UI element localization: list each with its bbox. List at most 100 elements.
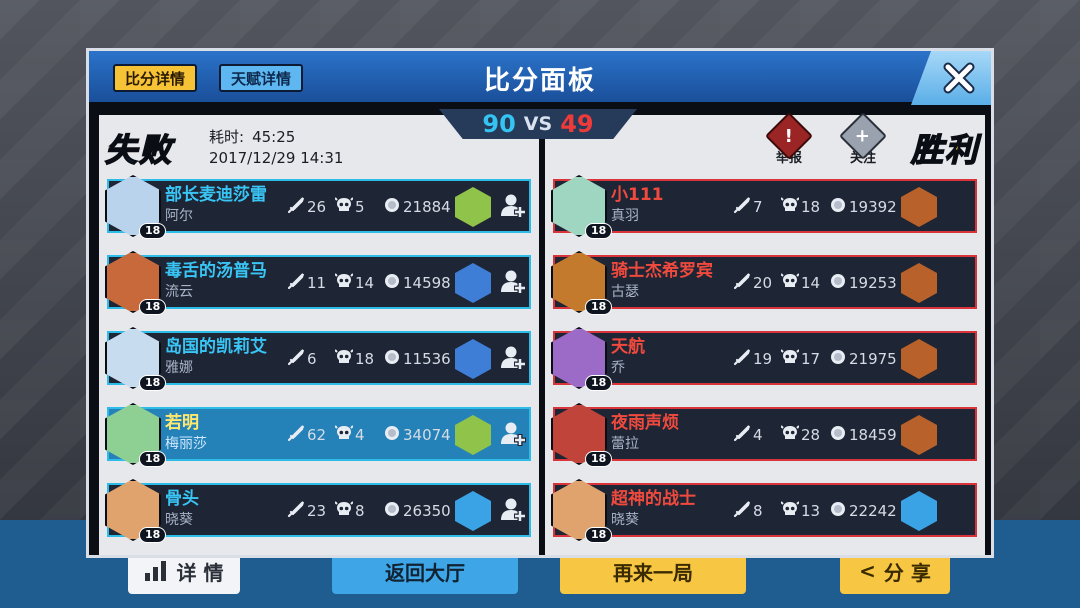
- skull-icon: [780, 500, 800, 522]
- player-row[interactable]: 18 骑士杰希罗宾 古瑟 20 14 19253: [551, 251, 977, 315]
- player-names: 岛国的凯莉艾 雅娜: [165, 335, 267, 377]
- add-friend-icon: [499, 495, 527, 527]
- score-banner: 90 VS 49: [439, 109, 637, 139]
- share-button-label: 分 享: [883, 560, 931, 585]
- add-friend-button[interactable]: [497, 495, 529, 527]
- kills-value: 8: [753, 502, 763, 520]
- kills-value: 11: [307, 274, 327, 292]
- right-team-score: 49: [560, 110, 594, 138]
- sword-icon: [733, 348, 751, 370]
- equipment-icon[interactable]: [901, 187, 937, 227]
- player-row[interactable]: 18 天航乔 19 17 21975: [551, 327, 977, 391]
- coin-icon: [383, 424, 401, 446]
- add-friend-button[interactable]: [497, 267, 529, 299]
- deaths-stat: 14: [334, 272, 375, 294]
- hero-name: 夜雨声烦: [611, 413, 679, 433]
- sword-icon: [287, 348, 305, 370]
- player-name: 阿尔: [165, 208, 193, 224]
- left-team-panel: 失败 耗时: 45:25 2017/12/29 14:31 18 部长麦迪莎雷 阿尔 2…: [99, 115, 539, 555]
- gold-stat: 22242: [829, 500, 897, 522]
- equipment-icon[interactable]: [455, 187, 491, 227]
- equipment-icon[interactable]: [901, 491, 937, 531]
- player-row[interactable]: 18 部长麦迪莎雷 阿尔 26 5 21884: [105, 175, 531, 239]
- equipment-icon[interactable]: [455, 339, 491, 379]
- gold-value: 34074: [403, 426, 451, 444]
- coin-icon: [829, 424, 847, 446]
- sword-icon: [287, 272, 305, 294]
- gold-value: 14598: [403, 274, 451, 292]
- kills-stat: 20: [733, 272, 772, 294]
- skull-icon: [780, 424, 800, 446]
- deaths-value: 4: [355, 426, 365, 444]
- return-lobby-label: 返回大厅: [385, 560, 465, 585]
- equipment-icon[interactable]: [901, 263, 937, 303]
- player-name: 蕾拉: [611, 436, 639, 452]
- add-friend-button[interactable]: [497, 191, 529, 223]
- coin-icon: [383, 196, 401, 218]
- player-row[interactable]: 18 小111 真羽 7 18 19392: [551, 175, 977, 239]
- sword-icon: [287, 196, 305, 218]
- player-row[interactable]: 18 骨头 晓葵 23 8 26350: [105, 479, 531, 543]
- coin-icon: [829, 196, 847, 218]
- deaths-value: 17: [801, 350, 821, 368]
- player-name: 晓葵: [165, 512, 193, 528]
- hero-name: 岛国的凯莉艾: [165, 337, 267, 357]
- player-row[interactable]: 18 若明 梅丽莎 62 4 34074: [105, 403, 531, 467]
- score-panel-modal: 比分详情 天赋详情 比分面板 失败 耗时: 45:25 2017/12/29 14…: [86, 48, 994, 558]
- right-player-list: 18 小111 真羽 7 18 19392 18 骑士杰希罗宾 古瑟 20 14 19253 18 天航乔…: [551, 175, 977, 559]
- player-row[interactable]: 18 毒舌的汤普马 流云 11 14 14598: [105, 251, 531, 315]
- level-badge: 18: [139, 527, 167, 543]
- level-badge: 18: [585, 375, 613, 391]
- kills-value: 23: [307, 502, 327, 520]
- kills-stat: 4: [733, 424, 763, 446]
- close-icon: [943, 62, 975, 94]
- player-name: 晓葵: [611, 512, 639, 528]
- skull-icon: [334, 348, 354, 370]
- deaths-stat: 13: [780, 500, 820, 522]
- gold-stat: 21975: [829, 348, 897, 370]
- hero-name: 部长麦迪莎雷: [165, 185, 267, 205]
- equipment-icon[interactable]: [455, 415, 491, 455]
- coin-icon: [829, 500, 847, 522]
- gold-stat: 14598: [383, 272, 451, 294]
- deaths-stat: 8: [334, 500, 365, 522]
- equipment-icon[interactable]: [901, 415, 937, 455]
- sword-icon: [733, 500, 751, 522]
- add-friend-button[interactable]: [497, 419, 529, 451]
- deaths-stat: 4: [334, 424, 365, 446]
- add-friend-button[interactable]: [497, 343, 529, 375]
- kills-value: 26: [307, 198, 327, 216]
- add-friend-icon: [499, 343, 527, 375]
- player-name: 真羽: [611, 208, 639, 224]
- player-names: 骨头 晓葵: [165, 487, 199, 529]
- gold-value: 18459: [849, 426, 897, 444]
- player-name: 雅娜: [165, 360, 193, 376]
- kills-value: 20: [753, 274, 773, 292]
- kills-stat: 8: [733, 500, 763, 522]
- equipment-icon[interactable]: [901, 339, 937, 379]
- skull-icon: [334, 500, 354, 522]
- gold-value: 21975: [849, 350, 897, 368]
- duration-value: 45:25: [252, 128, 296, 146]
- modal-title: 比分面板: [483, 66, 596, 96]
- player-row[interactable]: 18 岛国的凯莉艾 雅娜 6 18 11536: [105, 327, 531, 391]
- equipment-icon[interactable]: [455, 263, 491, 303]
- sword-icon: [287, 500, 305, 522]
- player-names: 夜雨声烦 蕾拉: [611, 411, 679, 453]
- player-row[interactable]: 18 夜雨声烦 蕾拉 4 28 18459: [551, 403, 977, 467]
- hero-name: 超神的战士: [611, 489, 696, 509]
- follow-button[interactable]: + 关注: [837, 111, 889, 171]
- match-datetime: 2017/12/29 14:31: [209, 149, 344, 167]
- hero-name: 骨头: [165, 489, 199, 509]
- skull-icon: [334, 272, 354, 294]
- report-button[interactable]: ! 举报: [763, 111, 815, 171]
- deaths-stat: 5: [334, 196, 365, 218]
- hero-name: 小111: [611, 185, 664, 205]
- gold-stat: 21884: [383, 196, 451, 218]
- player-row[interactable]: 18 超神的战士 晓葵 8 13 22242: [551, 479, 977, 543]
- deaths-value: 14: [355, 274, 375, 292]
- gold-stat: 34074: [383, 424, 451, 446]
- modal-header: 比分详情 天赋详情 比分面板: [89, 51, 991, 105]
- kills-stat: 11: [287, 272, 326, 294]
- equipment-icon[interactable]: [455, 491, 491, 531]
